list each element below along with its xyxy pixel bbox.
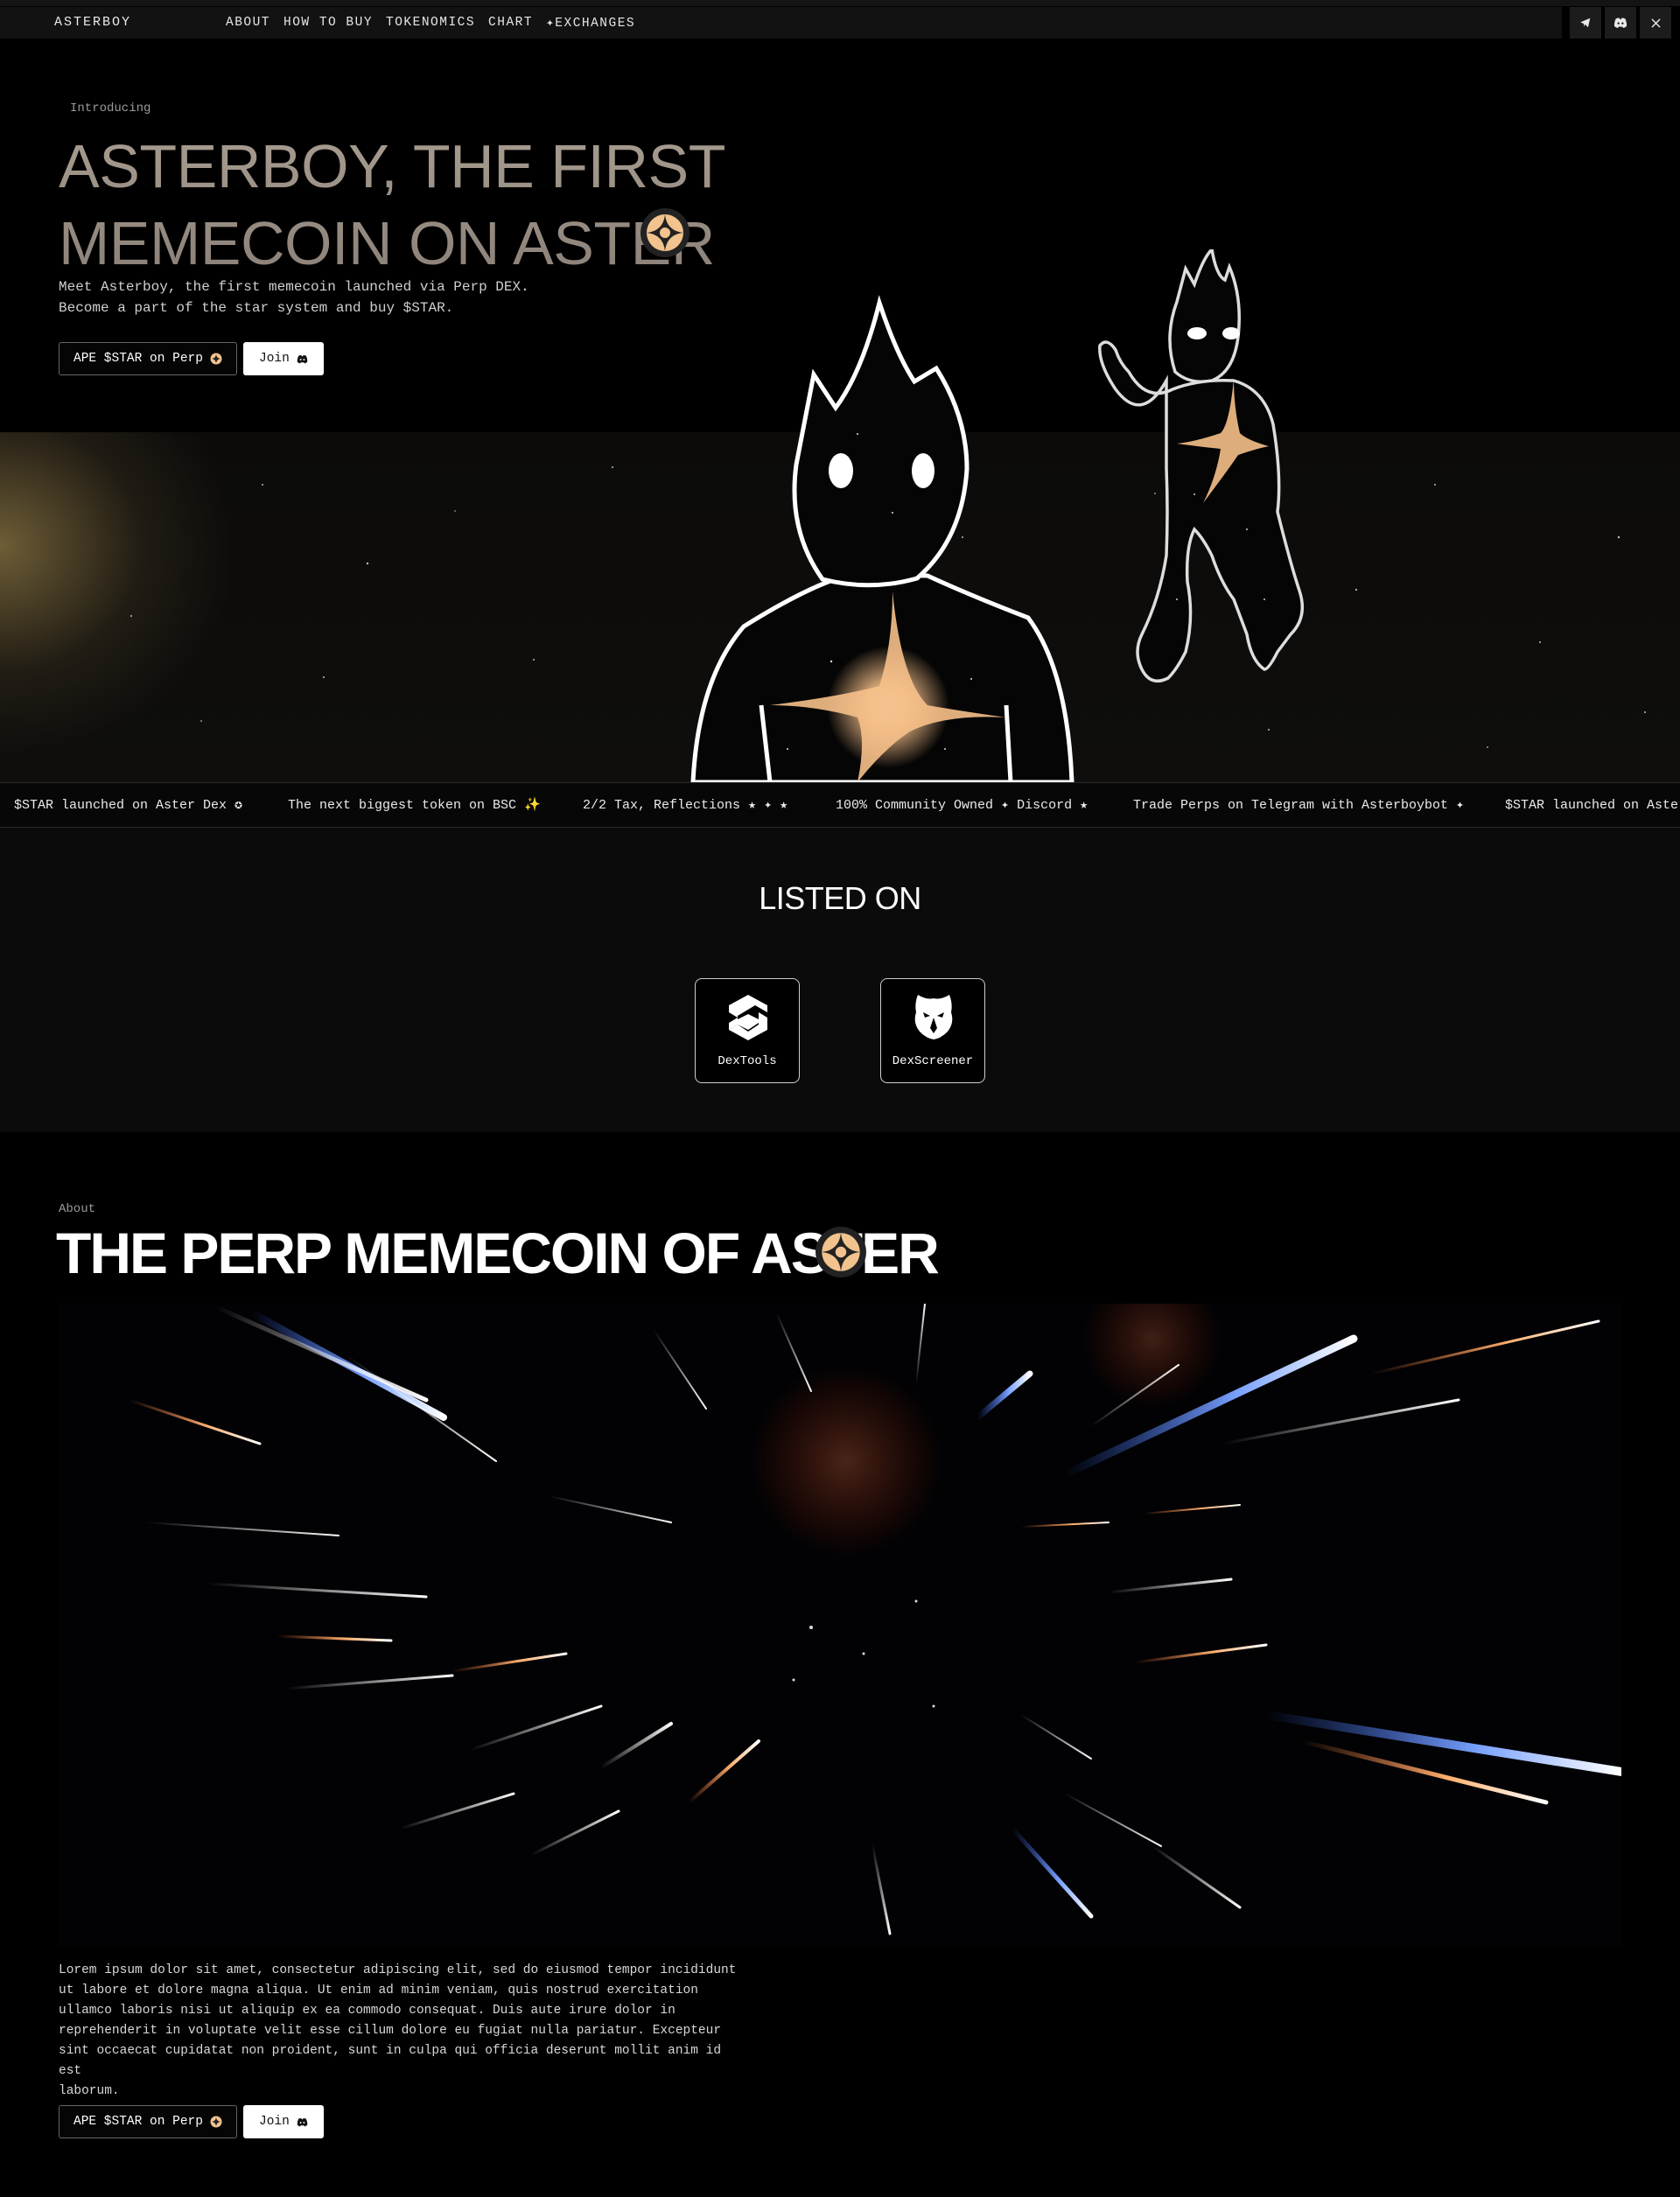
- dextools-card[interactable]: DexTools: [695, 978, 800, 1083]
- hero-description: Meet Asterboy, the first memecoin launch…: [59, 276, 529, 318]
- listed-on-section: LISTED ON DexTools DexScreener: [0, 828, 1680, 1132]
- ape-star-label: APE $STAR on Perp: [74, 2115, 203, 2129]
- telegram-icon: [1580, 17, 1591, 28]
- listed-on-title: LISTED ON: [759, 880, 921, 916]
- nav-link-about[interactable]: ABOUT: [226, 16, 270, 30]
- dextools-label: DexTools: [718, 1054, 777, 1068]
- about-title-text: THE PERP MEMECOIN OF ASTER: [56, 1221, 940, 1285]
- discord-icon: [297, 354, 308, 363]
- telegram-button[interactable]: [1570, 7, 1601, 38]
- ape-star-button[interactable]: APE $STAR on Perp: [59, 342, 237, 375]
- dexscreener-card[interactable]: DexScreener: [880, 978, 985, 1083]
- x-button[interactable]: [1640, 7, 1671, 38]
- announcement-ticker: $STAR launched on Aster Dex ✪ The next b…: [0, 782, 1680, 828]
- warp-streaks: [59, 1304, 1621, 1948]
- discord-icon: [297, 2117, 308, 2126]
- hero-eyebrow: Introducing: [70, 101, 151, 115]
- hero-title-line2: MEMECOIN ON ASTER: [59, 209, 715, 277]
- hero-title-line1: ASTERBOY, THE FIRST: [59, 132, 725, 200]
- ticker-item: 100% Community Owned ✦ Discord ★: [836, 798, 1088, 813]
- hyperspace-warp-image: [59, 1304, 1621, 1948]
- discord-icon: [1614, 17, 1628, 28]
- join-label: Join: [259, 352, 290, 366]
- about-body-line: reprehenderit in voluptate velit esse ci…: [59, 2024, 722, 2038]
- top-strip: [0, 0, 1680, 6]
- join-discord-button[interactable]: Join: [243, 342, 324, 375]
- ape-star-label: APE $STAR on Perp: [74, 352, 203, 366]
- about-body-line: ullamco laboris nisi ut aliquip ex ea co…: [59, 2004, 676, 2018]
- nav-link-exchanges[interactable]: ✦EXCHANGES: [546, 16, 635, 31]
- asterboy-character-small: [1098, 249, 1305, 683]
- brand-logo[interactable]: ASTERBOY: [54, 7, 131, 38]
- about-body-line: laborum.: [59, 2084, 120, 2098]
- nav-link-tokenomics[interactable]: TOKENOMICS: [386, 16, 475, 30]
- join-discord-button[interactable]: Join: [243, 2105, 324, 2138]
- ape-star-button[interactable]: APE $STAR on Perp: [59, 2105, 237, 2138]
- about-body: Lorem ipsum dolor sit amet, consectetur …: [59, 1961, 750, 2102]
- about-body-line: ut labore et dolore magna aliqua. Ut eni…: [59, 1984, 698, 1998]
- asterboy-character-large: [690, 295, 1074, 782]
- about-title: THE PERP MEMECOIN OF ASTER: [56, 1218, 940, 1288]
- nav-link-how-to-buy[interactable]: HOW TO BUY: [284, 16, 373, 30]
- aster-coin-icon: [640, 208, 690, 257]
- about-body-line: sint occaecat cupidatat non proident, su…: [59, 2044, 722, 2078]
- ticker-item: Trade Perps on Telegram with Asterboybot…: [1133, 798, 1465, 813]
- dexscreener-label: DexScreener: [892, 1054, 974, 1068]
- top-nav: ASTERBOY ABOUT HOW TO BUY TOKENOMICS CHA…: [0, 7, 1562, 38]
- hero-desc-line1: Meet Asterboy, the first memecoin launch…: [59, 279, 529, 295]
- ticker-item: 2/2 Tax, Reflections ★ ✦ ★: [583, 798, 788, 813]
- dexscreener-icon: [914, 995, 953, 1039]
- ticker-item: The next biggest token on BSC ✨: [288, 798, 541, 813]
- join-label: Join: [259, 2115, 290, 2129]
- hero-title: ASTERBOY, THE FIRST MEMECOIN ON ASTER: [59, 128, 725, 282]
- nav-links: ABOUT HOW TO BUY TOKENOMICS CHART ✦EXCHA…: [226, 7, 635, 38]
- about-eyebrow: About: [59, 1202, 96, 1216]
- nav-link-chart[interactable]: CHART: [488, 16, 533, 30]
- aster-coin-icon: [210, 2116, 222, 2128]
- dextools-icon: [729, 995, 767, 1040]
- about-body-line: Lorem ipsum dolor sit amet, consectetur …: [59, 1963, 737, 1977]
- ticker-item: $STAR launched on Aster Dex: [1505, 798, 1680, 813]
- aster-coin-icon: [816, 1227, 866, 1277]
- x-icon: [1650, 17, 1661, 28]
- ticker-item: $STAR launched on Aster Dex ✪: [14, 798, 243, 813]
- hero-desc-line2: Become a part of the star system and buy…: [59, 300, 454, 316]
- discord-button[interactable]: [1605, 7, 1636, 38]
- aster-coin-icon: [210, 353, 222, 365]
